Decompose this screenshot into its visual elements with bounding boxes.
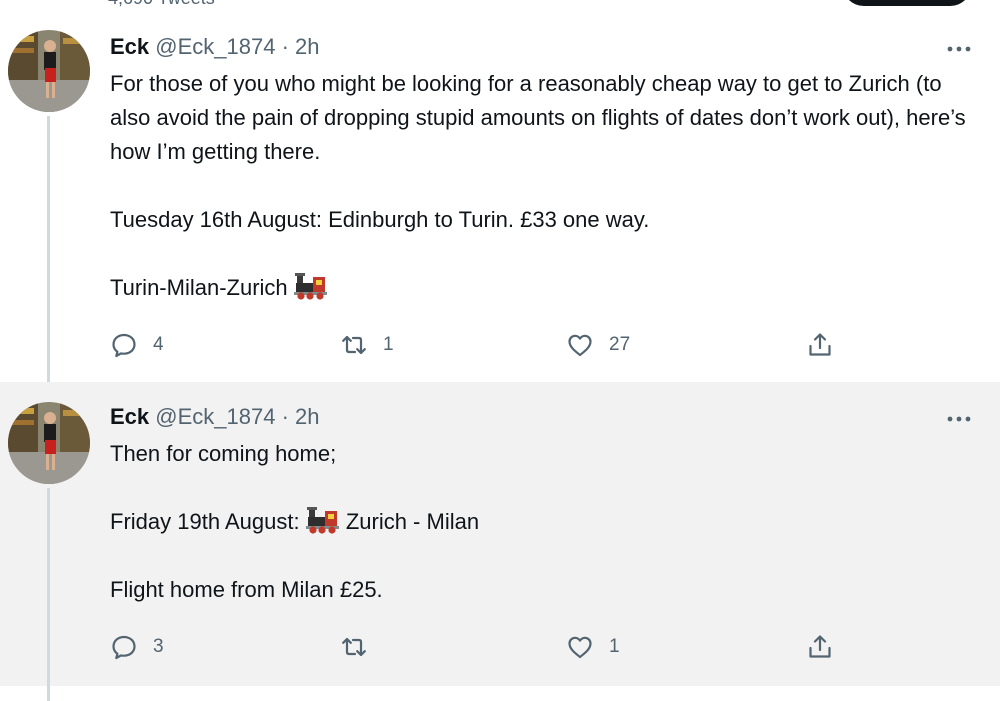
steam-locomotive-icon — [293, 271, 328, 301]
follow-button[interactable] — [842, 0, 972, 6]
timestamp[interactable]: 2h — [295, 404, 319, 429]
tweet-paragraph: Friday 19th August: Zurich - Milan — [110, 505, 980, 539]
tweet-header: Eck @Eck_1874 · 2h — [110, 404, 320, 432]
tweet-paragraph-text: Zurich - Milan — [345, 509, 480, 534]
share-button[interactable] — [806, 330, 834, 360]
heart-icon — [568, 334, 592, 357]
reply-button[interactable]: 3 — [110, 632, 164, 662]
user-handle[interactable]: @Eck_1874 — [155, 34, 275, 59]
thread-line — [47, 488, 50, 701]
tweet[interactable]: Eck @Eck_1874 · 2h For those of you who … — [0, 12, 1000, 382]
user-handle[interactable]: @Eck_1874 — [155, 404, 275, 429]
retweet-button[interactable] — [340, 632, 383, 662]
avatar-image — [8, 402, 90, 484]
share-button[interactable] — [806, 632, 834, 662]
tweet-paragraph: Tuesday 16th August: Edinburgh to Turin.… — [110, 207, 650, 232]
steam-locomotive-icon — [305, 505, 340, 535]
tweet-header: Eck @Eck_1874 · 2h — [110, 34, 320, 62]
retweet-count: 1 — [383, 334, 394, 355]
avatar[interactable] — [8, 402, 90, 484]
display-name[interactable]: Eck — [110, 404, 149, 429]
retweet-icon — [342, 637, 366, 657]
tweet-text: For those of you who might be looking fo… — [110, 67, 980, 305]
like-count: 1 — [609, 636, 620, 657]
avatar-image — [8, 30, 90, 112]
tweet-text: Then for coming home; Friday 19th August… — [110, 437, 980, 607]
tweet-paragraph: Then for coming home; — [110, 441, 337, 466]
like-button[interactable]: 1 — [566, 632, 620, 662]
tweet-paragraph: Flight home from Milan £25. — [110, 577, 383, 602]
more-options-icon[interactable] — [944, 39, 974, 59]
profile-header-strip: 4,690 Tweets — [0, 0, 1000, 12]
tweet-paragraph-text: Turin-Milan-Zurich — [110, 275, 288, 300]
reply-count: 3 — [153, 636, 164, 657]
tweet-paragraph: For those of you who might be looking fo… — [110, 71, 966, 164]
tweet[interactable]: Eck @Eck_1874 · 2h Then for coming home;… — [0, 382, 1000, 701]
like-button[interactable]: 27 — [566, 330, 630, 360]
heart-icon — [568, 636, 592, 659]
like-count: 27 — [609, 334, 631, 355]
share-icon — [809, 333, 831, 356]
tweet-actions: 4 1 27 — [0, 330, 1000, 360]
tweet-actions: 3 1 — [0, 632, 1000, 662]
separator: · — [281, 404, 289, 429]
share-icon — [809, 635, 831, 658]
tweet-count: 4,690 Tweets — [108, 0, 215, 9]
separator: · — [281, 34, 289, 59]
reply-icon — [112, 635, 136, 660]
retweet-icon — [342, 335, 366, 355]
reply-icon — [112, 333, 136, 358]
reply-button[interactable]: 4 — [110, 330, 164, 360]
timestamp[interactable]: 2h — [295, 34, 319, 59]
tweet-paragraph: Turin-Milan-Zurich — [110, 271, 980, 305]
tweet-thread-page: 4,690 Tweets Eck @Eck_1874 — [0, 0, 1000, 701]
reply-count: 4 — [153, 334, 164, 355]
display-name[interactable]: Eck — [110, 34, 149, 59]
avatar[interactable] — [8, 30, 90, 112]
retweet-button[interactable]: 1 — [340, 330, 394, 360]
more-options-icon[interactable] — [944, 409, 974, 429]
tweet-paragraph-text: Friday 19th August: — [110, 509, 300, 534]
